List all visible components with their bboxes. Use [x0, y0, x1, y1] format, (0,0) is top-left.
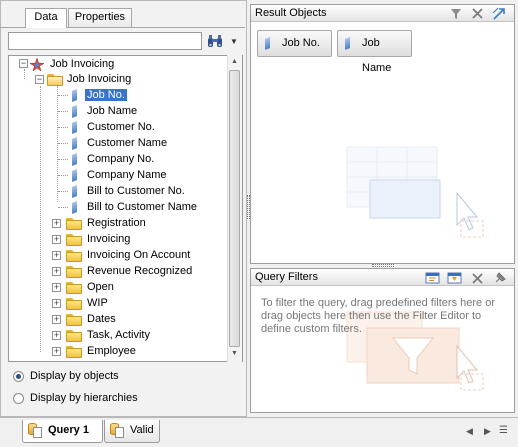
dimension-icon	[72, 137, 77, 150]
display-by-hierarchies-label[interactable]: Display by hierarchies	[30, 392, 138, 404]
tree-root[interactable]: Job Invoicing	[48, 56, 116, 72]
binoculars-icon[interactable]	[207, 33, 223, 49]
tree-folder[interactable]: Open	[85, 279, 116, 295]
folder-expand-toggle[interactable]: +	[52, 283, 61, 292]
tree-guide	[58, 207, 68, 208]
pin-icon[interactable]	[493, 271, 507, 285]
folder-icon	[66, 234, 82, 246]
data-tree: − Job Invoicing − Job Invoicing Job No. …	[8, 55, 243, 362]
dimension-icon	[345, 37, 350, 50]
dimension-icon	[72, 185, 77, 198]
folder-collapse-toggle[interactable]: −	[35, 75, 44, 84]
tree-folder[interactable]: Task, Activity	[85, 327, 152, 343]
drop-objects-illustration	[346, 146, 484, 238]
tree-guide	[24, 69, 25, 79]
remove-icon[interactable]	[472, 8, 483, 19]
tree-guide	[58, 159, 68, 160]
folder-open-icon	[47, 74, 63, 86]
tree-guide	[40, 86, 41, 352]
folder-icon	[66, 346, 82, 358]
display-by-objects-label[interactable]: Display by objects	[30, 370, 119, 382]
search-options-dropdown-icon[interactable]: ▼	[230, 37, 238, 46]
folder-expand-toggle[interactable]: +	[52, 267, 61, 276]
folder-expand-toggle[interactable]: +	[52, 299, 61, 308]
query-icon	[28, 423, 42, 438]
tab-valid[interactable]: Valid	[104, 420, 160, 443]
tree-folder[interactable]: Invoicing On Account	[85, 247, 192, 263]
dimension-icon	[72, 121, 77, 134]
tree-field[interactable]: Customer No.	[85, 119, 157, 135]
sort-icon[interactable]	[492, 7, 506, 20]
search-input[interactable]	[8, 32, 202, 50]
tree-guide	[58, 95, 68, 96]
next-tab-icon[interactable]: ▶	[484, 426, 491, 437]
folder-icon	[66, 330, 82, 342]
tree-field[interactable]: Company Name	[85, 167, 168, 183]
root-collapse-toggle[interactable]: −	[19, 59, 28, 68]
query-icon	[110, 423, 124, 438]
remove-filters-icon[interactable]	[472, 273, 483, 284]
dimension-icon	[72, 153, 77, 166]
tree-guide	[58, 111, 68, 112]
dimension-icon	[265, 37, 270, 50]
folder-icon	[66, 314, 82, 326]
query-filters-hint: To filter the query, drag predefined fil…	[261, 297, 495, 335]
tree-folder[interactable]: Dates	[85, 311, 118, 327]
add-filter-icon[interactable]	[425, 272, 440, 284]
dimension-icon	[72, 201, 77, 214]
tree-guide	[57, 86, 58, 202]
tree-field[interactable]: Job No.	[85, 87, 127, 103]
tree-field[interactable]: Bill to Customer No.	[85, 183, 187, 199]
tree-guide	[58, 191, 68, 192]
dimension-icon	[72, 169, 77, 182]
dimension-icon	[72, 89, 77, 102]
radio-display-by-hierarchies[interactable]	[13, 393, 24, 404]
tree-folder[interactable]: Registration	[85, 215, 148, 231]
tree-folder-job-invoicing[interactable]: Job Invoicing	[65, 71, 133, 87]
dimension-icon	[72, 105, 77, 118]
tree-guide	[58, 127, 68, 128]
radio-display-by-objects[interactable]	[13, 371, 24, 382]
folder-icon	[66, 250, 82, 262]
previous-tab-icon[interactable]: ◀	[466, 426, 473, 437]
folder-expand-toggle[interactable]: +	[52, 315, 61, 324]
add-subquery-icon[interactable]	[447, 272, 462, 284]
folder-expand-toggle[interactable]: +	[52, 331, 61, 340]
filter-icon[interactable]	[450, 8, 462, 20]
folder-expand-toggle[interactable]: +	[52, 219, 61, 228]
tree-folder[interactable]: Invoicing	[85, 231, 132, 247]
result-object-job-no[interactable]: Job No.	[257, 30, 332, 57]
folder-expand-toggle[interactable]: +	[52, 251, 61, 260]
folder-icon	[66, 266, 82, 278]
tree-folder[interactable]: Revenue Recognized	[85, 263, 194, 279]
tab-data[interactable]: Data	[25, 8, 67, 28]
scroll-up-arrow-icon[interactable]: ▲	[231, 58, 238, 65]
tree-guide	[58, 143, 68, 144]
tree-field[interactable]: Company No.	[85, 151, 156, 167]
universe-icon	[29, 57, 45, 72]
tree-folder[interactable]: WIP	[85, 295, 110, 311]
folder-icon	[66, 298, 82, 310]
tree-field[interactable]: Job Name	[85, 103, 139, 119]
tree-guide	[58, 175, 68, 176]
scroll-down-arrow-icon[interactable]: ▼	[231, 350, 238, 357]
tree-field[interactable]: Bill to Customer Name	[85, 199, 199, 215]
scrollbar-thumb[interactable]	[229, 70, 240, 347]
tree-folder[interactable]: Employee	[85, 343, 138, 359]
tab-query-1[interactable]: Query 1	[22, 420, 103, 443]
folder-icon	[66, 282, 82, 294]
result-object-job-name[interactable]: Job Name	[337, 30, 412, 74]
folder-expand-toggle[interactable]: +	[52, 235, 61, 244]
tab-list-icon[interactable]: ☰	[499, 425, 508, 436]
horizontal-splitter-handle[interactable]	[372, 264, 394, 267]
folder-icon	[66, 218, 82, 230]
tab-properties[interactable]: Properties	[68, 8, 132, 27]
folder-expand-toggle[interactable]: +	[52, 347, 61, 356]
tree-field[interactable]: Customer Name	[85, 135, 169, 151]
